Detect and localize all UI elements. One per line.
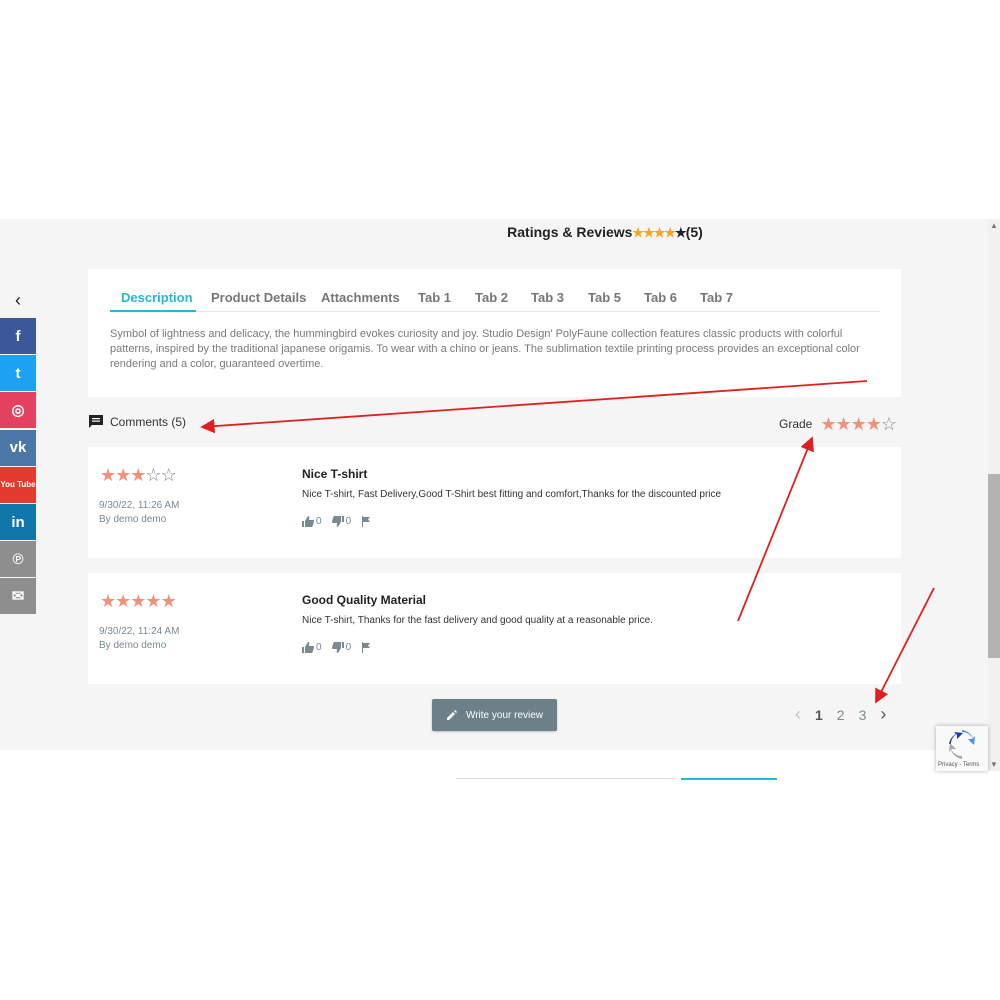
annotation-arrows: [200, 380, 935, 704]
arrow-to-grade: [737, 436, 814, 622]
arrow-to-comments: [200, 380, 868, 434]
arrow-to-pagination: [875, 587, 935, 704]
